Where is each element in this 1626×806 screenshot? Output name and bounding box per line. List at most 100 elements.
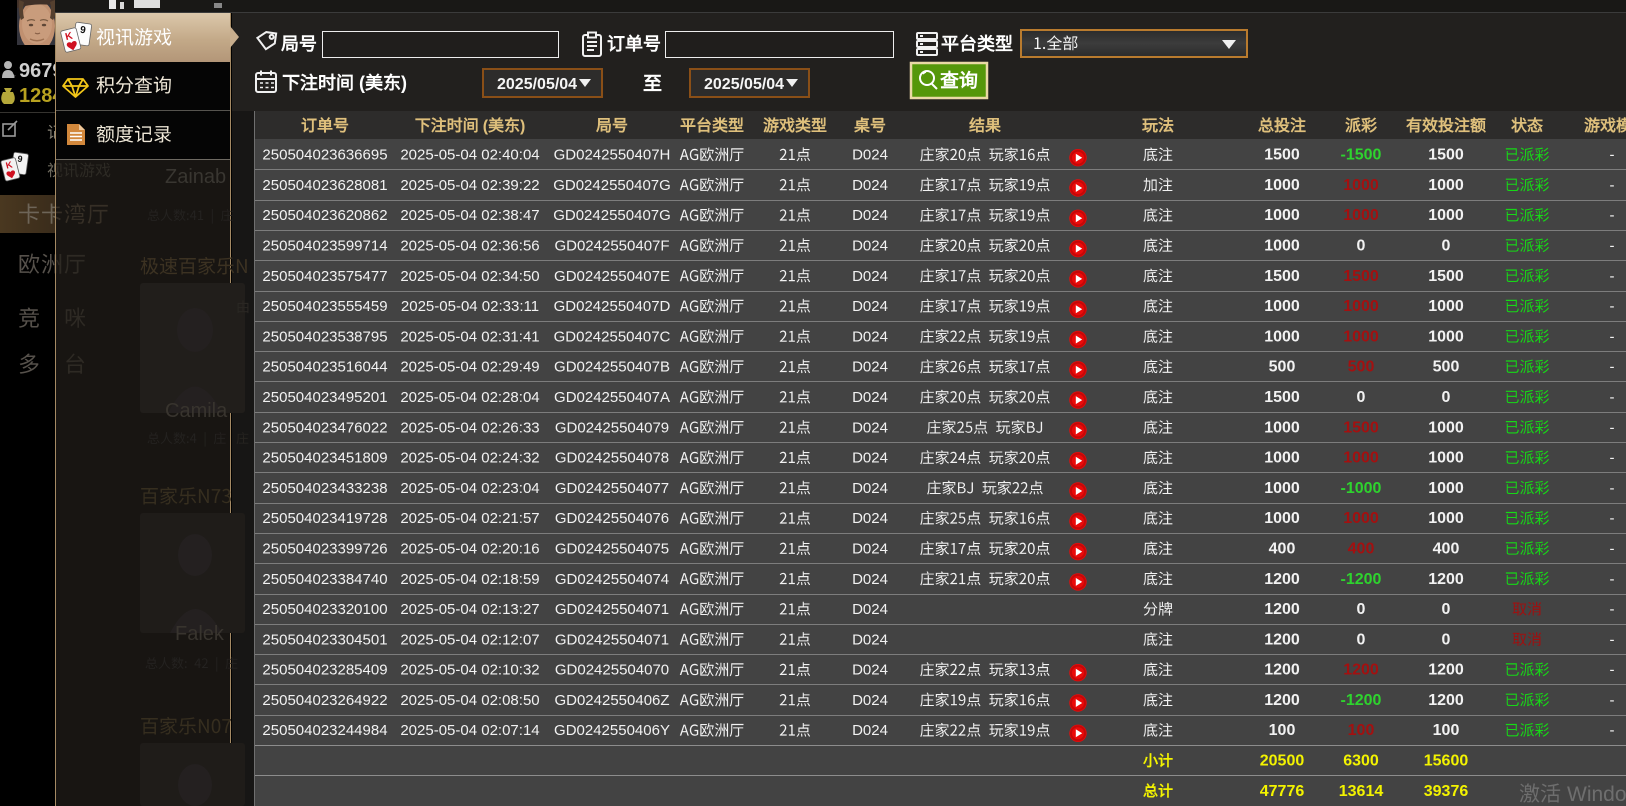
svg-text:1000: 1000 <box>1264 480 1300 497</box>
svg-text:GD02425504074: GD02425504074 <box>555 571 669 588</box>
svg-text:2025-05-04 02:26:33: 2025-05-04 02:26:33 <box>400 419 539 436</box>
svg-text:Zainab: Zainab <box>165 166 226 188</box>
svg-text:1000: 1000 <box>1343 207 1379 224</box>
svg-text:1000: 1000 <box>1428 298 1464 315</box>
svg-text:1000: 1000 <box>1264 419 1300 436</box>
svg-text:1500: 1500 <box>1428 147 1464 164</box>
svg-text:250504023320100: 250504023320100 <box>262 601 387 618</box>
svg-text:D024: D024 <box>852 541 888 558</box>
svg-text:250504023555459: 250504023555459 <box>262 298 387 315</box>
svg-text:400: 400 <box>1269 541 1296 558</box>
svg-text:400: 400 <box>1433 541 1460 558</box>
svg-text:1000: 1000 <box>1428 510 1464 527</box>
svg-text:100: 100 <box>1348 722 1375 739</box>
svg-text:1200: 1200 <box>1264 571 1300 588</box>
svg-text:-: - <box>1610 601 1615 618</box>
svg-text:D024: D024 <box>852 177 888 194</box>
svg-text:-: - <box>1610 662 1615 679</box>
svg-text:1284: 1284 <box>19 85 64 107</box>
svg-text:Falek: Falek <box>175 623 225 645</box>
svg-text:D024: D024 <box>852 268 888 285</box>
svg-text:500: 500 <box>1348 359 1375 376</box>
svg-text:1500: 1500 <box>1343 419 1379 436</box>
svg-text:1500: 1500 <box>1264 268 1300 285</box>
svg-text:250504023451809: 250504023451809 <box>262 450 387 467</box>
svg-text:250504023399726: 250504023399726 <box>262 541 387 558</box>
svg-text:1200: 1200 <box>1343 662 1379 679</box>
svg-text:1500: 1500 <box>1428 268 1464 285</box>
svg-text:GD0242550407D: GD0242550407D <box>554 298 671 315</box>
svg-text:1000: 1000 <box>1343 328 1379 345</box>
svg-text:GD0242550407A: GD0242550407A <box>554 389 670 406</box>
svg-text:13614: 13614 <box>1339 783 1384 800</box>
svg-text:1000: 1000 <box>1343 298 1379 315</box>
svg-text:1000: 1000 <box>1428 177 1464 194</box>
svg-text:(: ( <box>483 118 489 135</box>
svg-text:GD0242550406Y: GD0242550406Y <box>554 722 670 739</box>
svg-text:2025/05/04: 2025/05/04 <box>497 76 577 93</box>
svg-text:250504023636695: 250504023636695 <box>262 147 387 164</box>
svg-text:1000: 1000 <box>1264 298 1300 315</box>
svg-text:2025-05-04 02:33:11: 2025-05-04 02:33:11 <box>401 298 539 315</box>
svg-text:-: - <box>1610 692 1615 709</box>
svg-text:500: 500 <box>1433 359 1460 376</box>
svg-text:1200: 1200 <box>1428 662 1464 679</box>
svg-text:GD0242550407H: GD0242550407H <box>554 147 671 164</box>
svg-text:1000: 1000 <box>1343 450 1379 467</box>
svg-text:Camila: Camila <box>165 400 228 422</box>
svg-text:-: - <box>1610 207 1615 224</box>
svg-text:250504023538795: 250504023538795 <box>262 328 387 345</box>
svg-text:GD0242550407B: GD0242550407B <box>554 359 670 376</box>
svg-text:2025-05-04 02:23:04: 2025-05-04 02:23:04 <box>400 480 539 497</box>
svg-text:1200: 1200 <box>1428 692 1464 709</box>
svg-text:1500: 1500 <box>1264 147 1300 164</box>
svg-text:-1200: -1200 <box>1341 571 1382 588</box>
svg-text:2025-05-04 02:31:41: 2025-05-04 02:31:41 <box>400 328 539 345</box>
svg-text:-: - <box>1610 631 1615 648</box>
svg-text:250504023244984: 250504023244984 <box>262 722 387 739</box>
svg-text:1000: 1000 <box>1428 480 1464 497</box>
svg-text:1200: 1200 <box>1264 662 1300 679</box>
svg-text:250504023599714: 250504023599714 <box>262 238 387 255</box>
svg-text:250504023575477: 250504023575477 <box>262 268 387 285</box>
svg-text:1500: 1500 <box>1343 268 1379 285</box>
svg-text:250504023419728: 250504023419728 <box>262 510 387 527</box>
svg-text:9679: 9679 <box>19 60 64 82</box>
svg-text:2025-05-04 02:29:49: 2025-05-04 02:29:49 <box>400 359 539 376</box>
svg-text:0: 0 <box>1442 389 1451 406</box>
svg-text:D024: D024 <box>852 510 888 527</box>
svg-text:-1200: -1200 <box>1341 692 1382 709</box>
svg-text:D024: D024 <box>852 207 888 224</box>
svg-text:D024: D024 <box>852 662 888 679</box>
svg-text:1500: 1500 <box>1264 389 1300 406</box>
svg-text:2025-05-04 02:13:27: 2025-05-04 02:13:27 <box>400 601 539 618</box>
svg-text:GD0242550407G: GD0242550407G <box>553 207 671 224</box>
svg-text:D024: D024 <box>852 147 888 164</box>
svg-text:-: - <box>1610 328 1615 345</box>
svg-text:2025-05-04 02:40:04: 2025-05-04 02:40:04 <box>400 147 539 164</box>
svg-text:GD02425504079: GD02425504079 <box>555 419 669 436</box>
svg-text:GD02425504076: GD02425504076 <box>555 510 669 527</box>
svg-text:-: - <box>1610 147 1615 164</box>
svg-text:GD0242550407C: GD0242550407C <box>554 328 671 345</box>
svg-text:GD02425504077: GD02425504077 <box>555 480 669 497</box>
svg-text:1000: 1000 <box>1264 238 1300 255</box>
svg-text:2025-05-04 02:39:22: 2025-05-04 02:39:22 <box>400 177 539 194</box>
svg-text:250504023476022: 250504023476022 <box>262 419 387 436</box>
svg-text:20500: 20500 <box>1260 753 1305 770</box>
svg-text:2025-05-04 02:21:57: 2025-05-04 02:21:57 <box>400 510 539 527</box>
svg-text:100: 100 <box>1269 722 1296 739</box>
svg-text:-: - <box>1610 177 1615 194</box>
svg-text:GD0242550407F: GD0242550407F <box>554 238 669 255</box>
svg-text:*: * <box>12 73 16 83</box>
svg-text:400: 400 <box>1348 541 1375 558</box>
svg-text:D024: D024 <box>852 298 888 315</box>
svg-text:-: - <box>1610 419 1615 436</box>
svg-text:250504023495201: 250504023495201 <box>262 389 387 406</box>
svg-text:D024: D024 <box>852 692 888 709</box>
svg-text:15600: 15600 <box>1424 753 1469 770</box>
svg-text:1000: 1000 <box>1343 510 1379 527</box>
svg-text:0: 0 <box>1442 601 1451 618</box>
svg-text:0: 0 <box>1442 631 1451 648</box>
svg-text:GD02425504071: GD02425504071 <box>555 601 669 618</box>
